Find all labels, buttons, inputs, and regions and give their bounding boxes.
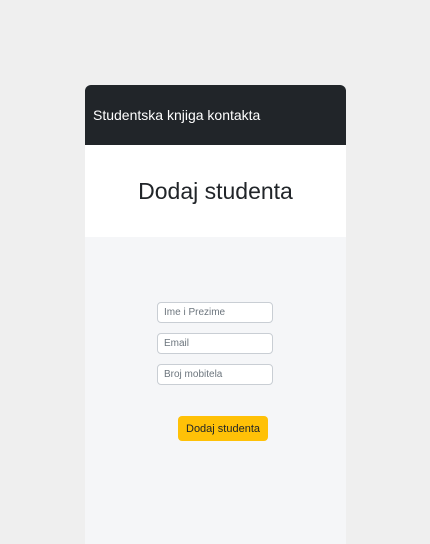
navbar: Studentska knjiga kontakta xyxy=(85,85,346,145)
navbar-brand[interactable]: Studentska knjiga kontakta xyxy=(93,107,260,123)
phone-input[interactable] xyxy=(157,364,273,385)
email-input[interactable] xyxy=(157,333,273,354)
page-header: Dodaj studenta xyxy=(85,145,346,237)
add-student-form: Dodaj studenta xyxy=(85,237,346,544)
name-input[interactable] xyxy=(157,302,273,323)
page-title: Dodaj studenta xyxy=(138,177,293,204)
app-card: Studentska knjiga kontakta Dodaj student… xyxy=(85,85,346,544)
add-student-button[interactable]: Dodaj studenta xyxy=(178,416,268,441)
